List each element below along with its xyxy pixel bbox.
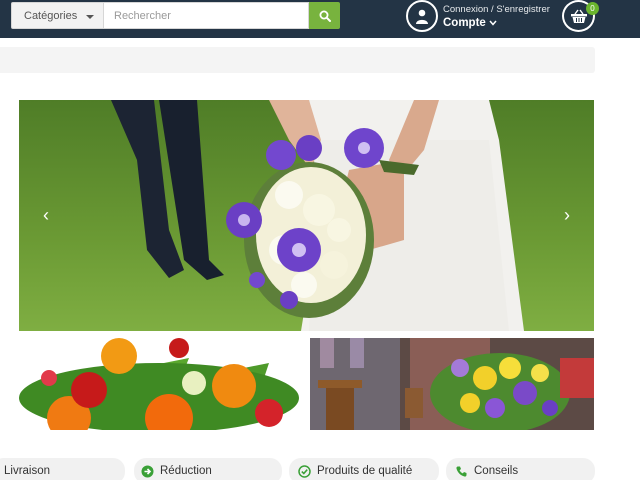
search-button[interactable] — [309, 2, 340, 29]
feature-label: Réduction — [160, 465, 212, 477]
feature-label: Produits de qualité — [317, 465, 413, 477]
account-label: Compte — [443, 17, 486, 29]
promo-tile-church[interactable] — [310, 338, 594, 430]
chevron-down-icon — [489, 20, 497, 26]
chevron-down-icon — [86, 15, 94, 19]
feature-reduction[interactable]: Réduction — [134, 458, 282, 480]
check-circle-icon — [298, 464, 311, 478]
feature-label: Conseils — [474, 465, 519, 477]
search-input[interactable] — [104, 2, 309, 29]
login-register-link[interactable]: Connexion / S'enregistrer — [443, 4, 550, 15]
breadcrumb — [0, 47, 595, 73]
promo-image-orange-bouquet — [19, 338, 303, 430]
promo-tile-bouquet[interactable] — [19, 338, 303, 430]
search-icon — [319, 10, 331, 22]
promo-image-church-flowers — [310, 338, 594, 430]
categories-label: Catégories — [24, 9, 78, 22]
feature-label: Livraison — [4, 465, 51, 477]
slider-prev-button[interactable]: ‹ — [36, 204, 56, 226]
slider-next-button[interactable]: › — [557, 204, 577, 226]
account-dropdown[interactable]: Compte — [443, 17, 550, 29]
feature-livraison[interactable]: Livraison — [0, 458, 125, 480]
basket-icon — [570, 9, 587, 23]
account-menu[interactable]: Connexion / S'enregistrer Compte — [443, 4, 550, 29]
cart-count-badge: 0 — [586, 2, 599, 15]
arrow-circle-right-icon — [141, 465, 154, 478]
categories-dropdown[interactable]: Catégories — [11, 2, 104, 29]
feature-produits-qualite[interactable]: Produits de qualité — [289, 458, 439, 480]
feature-conseils[interactable]: Conseils — [446, 458, 595, 480]
phone-icon — [455, 465, 468, 478]
user-icon — [416, 9, 428, 24]
top-header: Catégories Connexion / S'enregistrer Com… — [0, 0, 640, 38]
account-button[interactable] — [406, 0, 438, 32]
hero-slider[interactable]: ‹ › — [19, 100, 594, 331]
slide-image-bridal-bouquet — [19, 100, 594, 331]
